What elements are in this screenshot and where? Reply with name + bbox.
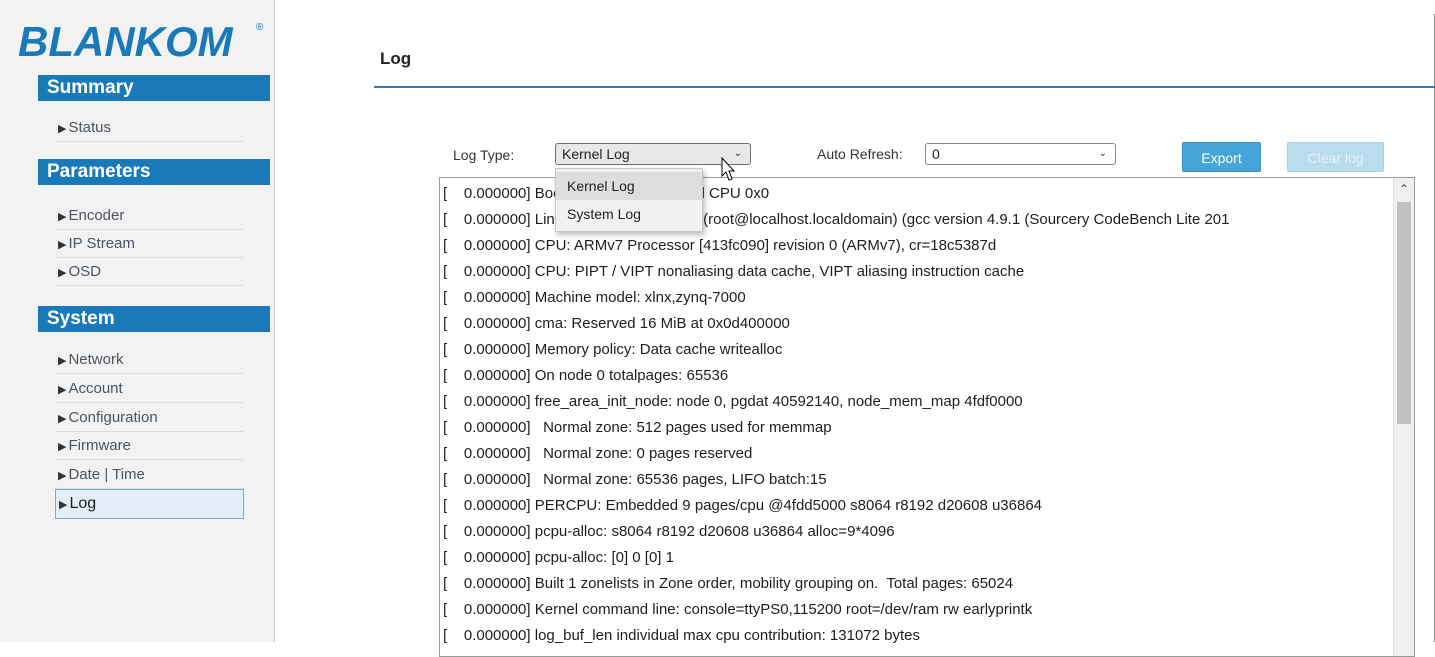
sidebar-item-label: Configuration — [68, 409, 158, 426]
play-arrow-icon: ▶ — [58, 239, 67, 251]
sidebar-item-label: Date | Time — [68, 466, 145, 483]
log-line: [ 0.000000] pcpu-alloc: [0] 0 [0] 1 — [443, 549, 674, 566]
play-arrow-icon: ▶ — [58, 355, 67, 367]
sidebar-item-firmware[interactable]: ▶ Firmware — [55, 432, 243, 460]
mouse-pointer-icon — [721, 156, 736, 181]
log-lines: [ 0.000000] Booting Linux on physical CP… — [440, 181, 1392, 649]
section-summary: Summary — [38, 75, 270, 101]
svg-text:BLANKOM: BLANKOM — [18, 18, 234, 64]
sidebar-item-label: Network — [68, 351, 124, 368]
auto-refresh-label: Auto Refresh: — [817, 146, 903, 162]
log-textarea[interactable]: [ 0.000000] Booting Linux on physical CP… — [439, 177, 1415, 657]
sidebar-item-date-time[interactable]: ▶ Date | Time — [55, 461, 243, 489]
chevron-up-icon[interactable]: ⌃ — [1394, 178, 1414, 200]
play-arrow-icon: ▶ — [58, 384, 67, 396]
log-line: [ 0.000000] CPU: ARMv7 Processor [413fc0… — [443, 237, 997, 254]
log-line: [ 0.000000] free_area_init_node: node 0,… — [443, 393, 1023, 410]
auto-refresh-select[interactable]: 0 ⌄ — [925, 143, 1116, 165]
sidebar-item-label: OSD — [68, 263, 101, 280]
log-line: [ 0.000000] Memory policy: Data cache wr… — [443, 341, 783, 358]
option-kernel-log[interactable]: Kernel Log — [556, 172, 702, 200]
sidebar-item-label: Firmware — [68, 437, 131, 454]
sidebar-item-label: Encoder — [68, 207, 125, 224]
log-line: [ 0.000000] Normal zone: 512 pages used … — [443, 419, 832, 436]
sidebar-item-encoder[interactable]: ▶ Encoder — [55, 202, 243, 230]
sidebar-item-label: Status — [68, 119, 111, 136]
log-line: [ 0.000000] pcpu-alloc: s8064 r8192 d206… — [443, 523, 895, 540]
log-line: [ 0.000000] Kernel command line: console… — [443, 601, 1033, 618]
play-arrow-icon: ▶ — [58, 441, 67, 453]
sidebar-item-account[interactable]: ▶ Account — [55, 375, 243, 403]
log-line: [ 0.000000] log_buf_len individual max c… — [443, 627, 920, 644]
svg-text:®: ® — [256, 22, 264, 33]
page-title: Log — [380, 49, 412, 68]
log-line: [ 0.000000] CPU: PIPT / VIPT nonaliasing… — [443, 263, 1025, 280]
play-arrow-icon: ▶ — [59, 499, 68, 511]
log-line: [ 0.000000] Machine model: xlnx,zynq-700… — [443, 289, 746, 306]
option-system-log[interactable]: System Log — [556, 200, 702, 228]
export-button[interactable]: Export — [1182, 142, 1261, 172]
sidebar-item-ip-stream[interactable]: ▶ IP Stream — [55, 230, 243, 258]
play-arrow-icon: ▶ — [58, 470, 67, 482]
log-line: [ 0.000000] cma: Reserved 16 MiB at 0x0d… — [443, 315, 790, 332]
auto-refresh-value: 0 — [932, 146, 940, 162]
section-system: System — [38, 306, 270, 332]
sidebar-item-network[interactable]: ▶ Network — [55, 346, 243, 374]
scrollbar-thumb[interactable] — [1397, 202, 1411, 424]
sidebar-item-configuration[interactable]: ▶ Configuration — [55, 404, 243, 432]
log-line: [ 0.000000] Normal zone: 65536 pages, LI… — [443, 471, 827, 488]
section-parameters: Parameters — [38, 159, 270, 185]
log-line: [ 0.000000] PERCPU: Embedded 9 pages/cpu… — [443, 497, 1043, 514]
sidebar-item-status[interactable]: ▶ Status — [55, 114, 243, 142]
title-divider — [374, 86, 1435, 88]
play-arrow-icon: ▶ — [58, 413, 67, 425]
log-line: [ 0.000000] Normal zone: 0 pages reserve… — [443, 445, 753, 462]
sidebar-item-label: Log — [69, 495, 97, 512]
play-arrow-icon: ▶ — [58, 123, 67, 135]
log-scrollbar[interactable]: ⌃ — [1393, 178, 1414, 656]
chevron-down-icon: ⌄ — [1098, 148, 1107, 159]
log-type-label: Log Type: — [453, 147, 515, 163]
sidebar-item-osd[interactable]: ▶ OSD — [55, 258, 243, 286]
log-line: [ 0.000000] Built 1 zonelists in Zone or… — [443, 575, 1014, 592]
sidebar-item-label: IP Stream — [68, 235, 135, 252]
log-type-value: Kernel Log — [562, 146, 630, 162]
clear-log-button[interactable]: Clear log — [1287, 142, 1384, 172]
sidebar-item-label: Account — [68, 380, 123, 397]
sidebar: BLANKOM ® Summary ▶ Status Parameters ▶ En… — [0, 0, 275, 642]
play-arrow-icon: ▶ — [58, 211, 67, 223]
sidebar-item-log[interactable]: ▶ Log — [55, 489, 244, 519]
log-type-dropdown: Kernel Log System Log — [555, 168, 703, 232]
log-line: [ 0.000000] On node 0 totalpages: 65536 — [443, 367, 729, 384]
blankom-logo: BLANKOM ® — [18, 18, 264, 64]
play-arrow-icon: ▶ — [58, 267, 67, 279]
